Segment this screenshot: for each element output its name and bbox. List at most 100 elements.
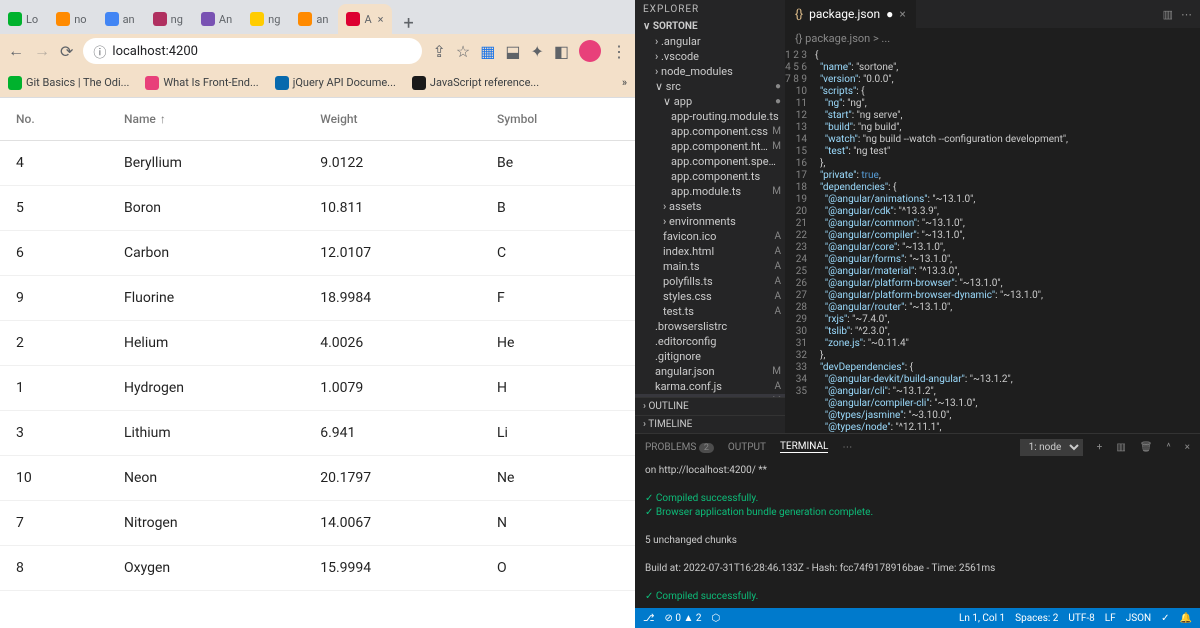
bookmark-item[interactable]: jQuery API Docume... bbox=[275, 76, 396, 90]
status-item[interactable]: 🔔 bbox=[1180, 613, 1192, 624]
split-icon[interactable]: ▥ bbox=[1163, 8, 1173, 21]
share-icon[interactable]: ⇪ bbox=[432, 42, 445, 61]
breadcrumb[interactable]: {} package.json > ... bbox=[785, 28, 1200, 48]
folder-item[interactable]: › assets bbox=[635, 199, 785, 214]
file-item[interactable]: .gitignore bbox=[635, 349, 785, 364]
file-item[interactable]: .editorconfig bbox=[635, 334, 785, 349]
favicon bbox=[8, 12, 22, 26]
new-tab-button[interactable]: + bbox=[394, 13, 424, 34]
statusbar: ⎇ ⊘ 0 ▲ 2 ⬡ Ln 1, Col 1 Spaces: 2 UTF-8 LF JSO… bbox=[635, 608, 1200, 628]
col-weight[interactable]: Weight bbox=[304, 98, 481, 141]
project-name[interactable]: ∨ SORTONE bbox=[635, 19, 785, 34]
status-item[interactable]: LF bbox=[1105, 613, 1116, 624]
chrome-tab[interactable]: ng bbox=[242, 4, 288, 34]
close-icon[interactable]: × bbox=[899, 7, 905, 21]
git-badge: A bbox=[774, 381, 781, 392]
page-content: No. Name↑ Weight Symbol 4Beryllium9.0122… bbox=[0, 98, 635, 628]
timeline-section[interactable]: › TIMELINE bbox=[635, 415, 785, 433]
chrome-tab[interactable]: no bbox=[48, 4, 94, 34]
back-icon[interactable]: ← bbox=[8, 41, 24, 61]
file-item[interactable]: app.component.cssM bbox=[635, 124, 785, 139]
bookmarks-overflow-icon[interactable]: » bbox=[622, 76, 627, 89]
col-no[interactable]: No. bbox=[0, 98, 108, 141]
menu-icon[interactable]: ⋮ bbox=[611, 42, 627, 61]
folder-item[interactable]: ∨ app● bbox=[635, 94, 785, 109]
folder-item[interactable]: › .angular bbox=[635, 34, 785, 49]
file-item[interactable]: karma.conf.jsA bbox=[635, 379, 785, 394]
ext2-icon[interactable]: ⬓ bbox=[505, 42, 520, 61]
col-symbol[interactable]: Symbol bbox=[481, 98, 635, 141]
chrome-tab[interactable]: ng bbox=[145, 4, 191, 34]
chrome-tab[interactable]: an bbox=[290, 4, 336, 34]
table-row: 9Fluorine18.9984F bbox=[0, 276, 635, 321]
sidepanel-icon[interactable]: ◧ bbox=[554, 42, 569, 61]
status-item[interactable]: Ln 1, Col 1 bbox=[959, 613, 1005, 624]
file-item[interactable]: polyfills.tsA bbox=[635, 274, 785, 289]
git-badge: M bbox=[772, 141, 781, 152]
table-row: 2Helium4.0026He bbox=[0, 321, 635, 366]
code-editor[interactable]: 1 2 3 4 5 6 7 8 9 10 11 12 13 14 15 16 1… bbox=[785, 48, 1200, 433]
minimap[interactable] bbox=[1140, 48, 1200, 433]
file-item[interactable]: styles.cssA bbox=[635, 289, 785, 304]
status-item[interactable]: ⊘ 0 ▲ 2 bbox=[665, 613, 702, 624]
bookmark-item[interactable]: What Is Front-End... bbox=[145, 76, 258, 90]
site-info-icon[interactable]: ⓘ bbox=[93, 42, 106, 61]
col-name[interactable]: Name↑ bbox=[108, 98, 304, 141]
bookmark-item[interactable]: JavaScript reference... bbox=[412, 76, 539, 90]
file-item[interactable]: app.module.tsM bbox=[635, 184, 785, 199]
outline-section[interactable]: › OUTLINE bbox=[635, 397, 785, 415]
status-item[interactable]: UTF-8 bbox=[1068, 613, 1094, 624]
status-item[interactable]: ⎇ bbox=[643, 613, 655, 624]
extensions-icon[interactable]: ✦ bbox=[530, 42, 543, 61]
file-item[interactable]: test.tsA bbox=[635, 304, 785, 319]
profile-avatar[interactable] bbox=[579, 40, 601, 62]
folder-item[interactable]: › environments bbox=[635, 214, 785, 229]
close-icon[interactable]: × bbox=[378, 13, 384, 26]
status-item[interactable]: Spaces: 2 bbox=[1015, 613, 1058, 624]
table-row: 10Neon20.1797Ne bbox=[0, 456, 635, 501]
chrome-tab[interactable]: A× bbox=[338, 4, 391, 34]
file-item[interactable]: index.htmlA bbox=[635, 244, 785, 259]
file-item[interactable]: app.component.ts bbox=[635, 169, 785, 184]
trash-icon[interactable]: 🗑 bbox=[1140, 442, 1153, 453]
chrome-tab[interactable]: An bbox=[193, 4, 240, 34]
git-badge: A bbox=[774, 291, 781, 302]
tab-problems[interactable]: PROBLEMS 2 bbox=[645, 442, 714, 453]
file-item[interactable]: main.tsA bbox=[635, 259, 785, 274]
new-terminal-icon[interactable]: + bbox=[1097, 442, 1103, 453]
file-item[interactable]: app.component.spec.ts bbox=[635, 154, 785, 169]
file-item[interactable]: app.component.htmlM bbox=[635, 139, 785, 154]
folder-item[interactable]: ∨ src● bbox=[635, 79, 785, 94]
chrome-tab[interactable]: an bbox=[97, 4, 143, 34]
ext-icon[interactable]: ▦ bbox=[480, 42, 495, 61]
table-row: 3Lithium6.941Li bbox=[0, 411, 635, 456]
editor-tab-package[interactable]: {} package.json ● × bbox=[785, 0, 917, 28]
maximize-icon[interactable]: ^ bbox=[1166, 442, 1170, 453]
status-item[interactable]: ⬡ bbox=[712, 613, 721, 624]
git-badge: M bbox=[772, 366, 781, 377]
bookmark-item[interactable]: Git Basics | The Odi... bbox=[8, 76, 129, 90]
close-panel-icon[interactable]: × bbox=[1185, 442, 1190, 453]
reload-icon[interactable]: ⟳ bbox=[60, 42, 73, 61]
file-item[interactable]: .browserslistrc bbox=[635, 319, 785, 334]
terminal-select[interactable]: 1: node bbox=[1020, 439, 1083, 456]
editor-area: {} package.json ● × ▥ ⋯ {} package.json … bbox=[785, 0, 1200, 433]
status-item[interactable]: ✓ bbox=[1161, 613, 1169, 624]
split-terminal-icon[interactable]: ▥ bbox=[1116, 442, 1125, 453]
tab-terminal[interactable]: TERMINAL bbox=[780, 441, 828, 453]
bookmark-icon[interactable]: ☆ bbox=[456, 42, 470, 61]
more-icon[interactable]: ⋯ bbox=[842, 442, 852, 453]
file-item[interactable]: favicon.icoA bbox=[635, 229, 785, 244]
terminal-output[interactable]: on http://localhost:4200/ ** ✓ Compiled … bbox=[635, 460, 1200, 608]
more-icon[interactable]: ⋯ bbox=[1181, 8, 1192, 21]
status-item[interactable]: JSON bbox=[1126, 613, 1151, 624]
file-item[interactable]: angular.jsonM bbox=[635, 364, 785, 379]
chrome-tab[interactable]: Lo bbox=[0, 4, 46, 34]
folder-item[interactable]: › node_modules bbox=[635, 64, 785, 79]
file-item[interactable]: app-routing.module.ts bbox=[635, 109, 785, 124]
folder-item[interactable]: › .vscode bbox=[635, 49, 785, 64]
bottom-panel: PROBLEMS 2 OUTPUT TERMINAL ⋯ 1: node + ▥… bbox=[635, 433, 1200, 608]
tab-output[interactable]: OUTPUT bbox=[728, 442, 766, 453]
forward-icon[interactable]: → bbox=[34, 41, 50, 61]
omnibox[interactable]: ⓘ localhost:4200 bbox=[83, 38, 422, 64]
